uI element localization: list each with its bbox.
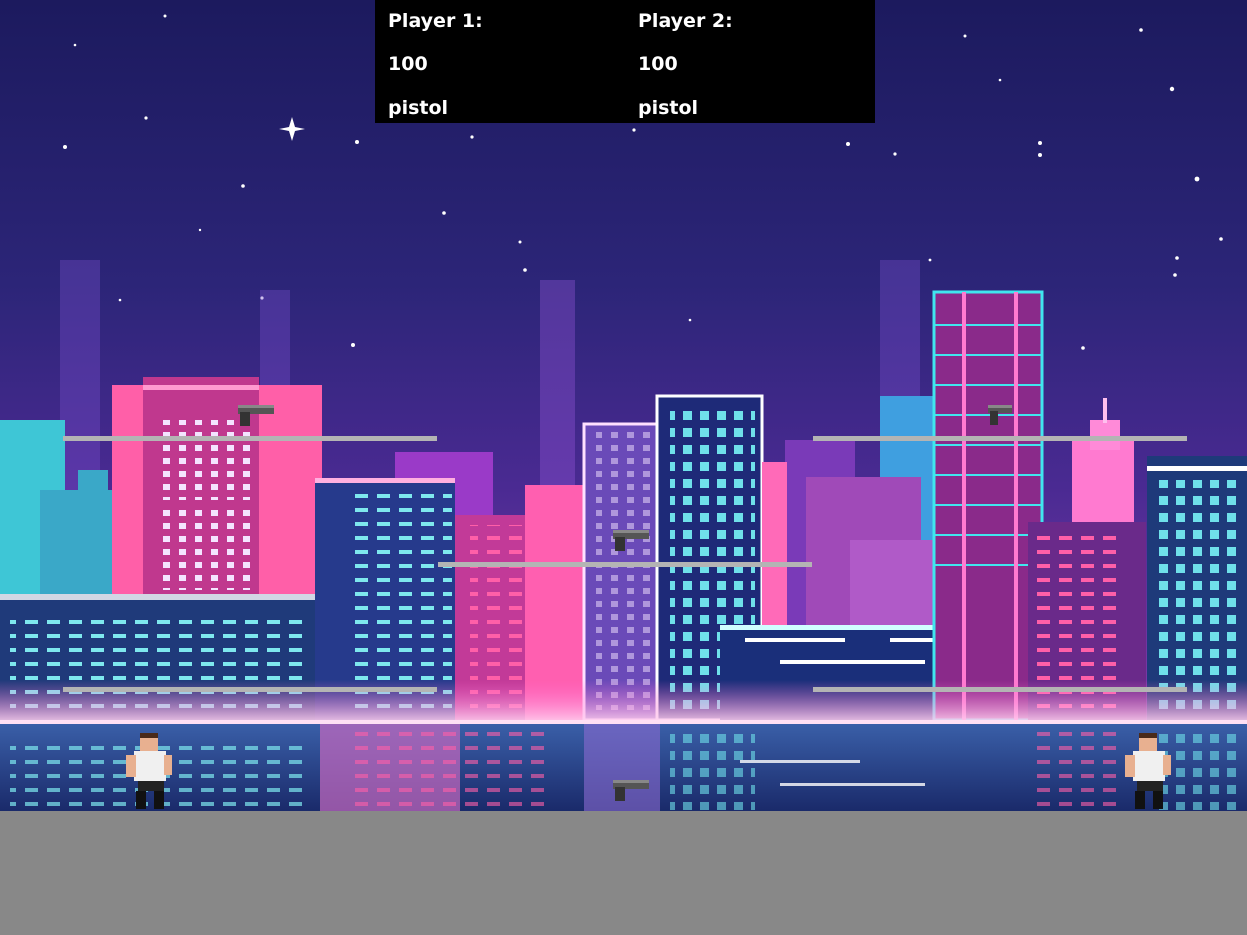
platform-top-right	[813, 436, 1187, 441]
player-2-health: 100	[638, 53, 678, 75]
player-1-health: 100	[388, 53, 428, 75]
player-1-label: Player 1:	[388, 10, 483, 32]
tower-pink-right	[932, 290, 1044, 722]
horizon-line	[0, 720, 1247, 724]
platform-top-left	[63, 436, 437, 441]
scoreboard-hud: Player 1: 100 pistol Player 2: 100 pisto…	[375, 0, 875, 123]
player-2-weapon: pistol	[638, 97, 699, 119]
platform-middle	[438, 562, 812, 567]
player-1-weapon: pistol	[388, 97, 449, 119]
ground-floor	[0, 811, 1247, 935]
platform-low-left	[63, 687, 437, 692]
horizon-glow	[0, 680, 1247, 722]
platform-low-right	[813, 687, 1187, 692]
player-2-label: Player 2:	[638, 10, 733, 32]
game-canvas[interactable]: Player 1: 100 pistol Player 2: 100 pisto…	[0, 0, 1247, 935]
